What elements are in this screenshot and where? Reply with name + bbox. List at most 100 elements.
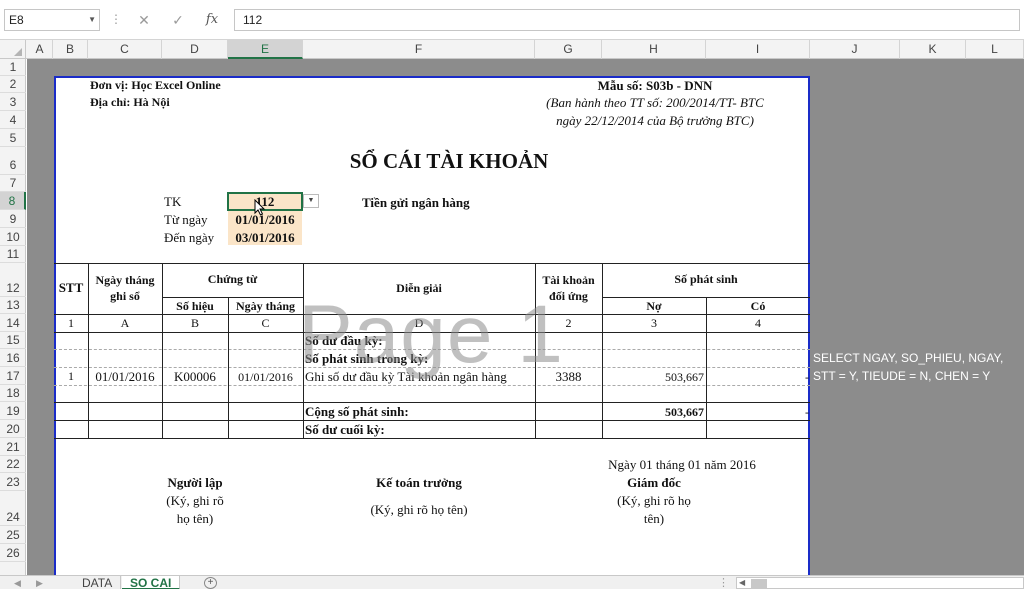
col-tk-doi-ung-2: đối ứng — [549, 289, 588, 303]
add-sheet-icon[interactable]: + — [204, 577, 217, 589]
chief-accountant-note: (Ký, ghi rõ họ tên) — [370, 502, 468, 517]
mouse-cursor-icon — [254, 199, 266, 216]
row-header[interactable]: 18 — [0, 385, 26, 402]
table-border — [54, 332, 810, 333]
column-header-a[interactable]: A — [27, 40, 53, 59]
name-box-value: E8 — [9, 13, 24, 27]
preparer-title: Người lập — [167, 475, 223, 490]
enter-icon[interactable]: ✓ — [168, 10, 188, 30]
column-header-g[interactable]: G — [535, 40, 602, 59]
col-ngay-ghi-so-2: ghi sổ — [110, 289, 140, 303]
chief-accountant-title: Kế toán trưởng — [376, 475, 462, 490]
issued-line-1: (Ban hành theo TT số: 200/2014/TT- BTC — [546, 95, 764, 110]
col-chung-tu: Chứng từ — [207, 272, 258, 286]
column-header-h[interactable]: H — [602, 40, 706, 59]
chevron-down-icon[interactable]: ▼ — [88, 10, 96, 30]
signature-date: Ngày 01 tháng 01 năm 2016 — [608, 457, 756, 472]
index-cell: A — [120, 316, 130, 330]
row-header[interactable]: 11 — [0, 246, 26, 263]
sheet-tab-bar: ◀ ▶ DATA SO CAI + ⋮ ◀ — [0, 575, 1024, 589]
row-header[interactable]: 8 — [0, 192, 26, 210]
table-border — [54, 263, 810, 264]
from-date-label: Từ ngày — [164, 212, 208, 227]
column-header-l[interactable]: L — [966, 40, 1024, 59]
insert-function-icon[interactable]: fx — [202, 10, 222, 30]
column-header-i[interactable]: I — [706, 40, 810, 59]
account-name: Tiền gửi ngân hàng — [362, 195, 470, 210]
row-header[interactable]: 14 — [0, 314, 26, 332]
row-header-bar: 1 2 3 4 5 6 7 8 9 10 11 12 13 14 15 16 1… — [0, 59, 26, 575]
row-header[interactable]: 3 — [0, 93, 26, 111]
cancel-icon[interactable]: ✕ — [134, 10, 154, 30]
col-tk-doi-ung-1: Tài khoản — [542, 273, 595, 287]
col-dien-giai: Diễn giải — [396, 281, 442, 295]
column-header-j[interactable]: J — [810, 40, 900, 59]
row-header[interactable]: 12 — [0, 263, 26, 297]
column-header-d[interactable]: D — [162, 40, 228, 59]
form-number: Mẫu số: S03b - DNN — [597, 78, 713, 93]
row-header[interactable]: 16 — [0, 349, 26, 367]
scroll-tabs-right-icon[interactable]: ▶ — [36, 576, 43, 589]
period-activity-label: Số phát sinh trong kỳ: — [305, 351, 429, 366]
column-header-f[interactable]: F — [303, 40, 535, 59]
scroll-tabs-left-icon[interactable]: ◀ — [14, 576, 21, 589]
table-border — [54, 367, 810, 368]
entry-debit: 503,667 — [665, 370, 704, 384]
row-header[interactable]: 15 — [0, 332, 26, 349]
row-header[interactable]: 22 — [0, 456, 26, 473]
row-header[interactable]: 13 — [0, 297, 26, 314]
column-header-k[interactable]: K — [900, 40, 966, 59]
col-stt: STT — [58, 280, 84, 295]
table-border — [54, 420, 810, 421]
row-header[interactable]: 17 — [0, 367, 26, 385]
row-header[interactable]: 23 — [0, 473, 26, 491]
formula-bar: E8 ▼ ⋮ ✕ ✓ fx 112 — [0, 0, 1024, 40]
row-header[interactable]: 2 — [0, 76, 26, 93]
scrollbar-thumb[interactable] — [751, 579, 767, 588]
horizontal-scrollbar[interactable]: ◀ — [736, 577, 1024, 589]
row-header[interactable]: 10 — [0, 228, 26, 246]
unit-address: Địa chỉ: Hà Nội — [90, 95, 170, 109]
row-header[interactable]: 26 — [0, 544, 26, 562]
index-cell: 2 — [565, 316, 572, 330]
chevron-down-icon[interactable]: ▼ — [303, 194, 319, 208]
worksheet-grid[interactable]: Đơn vị: Học Excel Online Địa chỉ: Hà Nội… — [27, 59, 1024, 575]
formula-bar-grip-icon: ⋮ — [110, 12, 122, 26]
row-header[interactable]: 19 — [0, 402, 26, 420]
table-border — [162, 263, 163, 438]
total-activity-label: Cộng số phát sinh: — [305, 404, 409, 419]
sheet-tab-data[interactable]: DATA — [74, 576, 122, 589]
sheet-tab-so-cai[interactable]: SO CAI — [122, 576, 181, 589]
index-cell: 4 — [755, 316, 761, 330]
row-header[interactable]: 1 — [0, 59, 26, 76]
entry-voucher-no: K00006 — [174, 369, 216, 384]
name-box[interactable]: E8 ▼ — [4, 9, 100, 31]
director-note-2: tên) — [643, 511, 665, 526]
account-label: TK — [164, 194, 182, 209]
row-header[interactable]: 24 — [0, 491, 26, 526]
entry-posting-date: 01/01/2016 — [95, 369, 155, 384]
row-header[interactable]: 6 — [0, 147, 26, 175]
row-header[interactable]: 5 — [0, 129, 26, 147]
column-header-c[interactable]: C — [88, 40, 162, 59]
scroll-left-icon[interactable]: ◀ — [739, 578, 745, 588]
row-header[interactable]: 25 — [0, 526, 26, 544]
select-all-button[interactable] — [0, 40, 26, 59]
row-header[interactable]: 21 — [0, 438, 26, 456]
row-header[interactable]: 9 — [0, 210, 26, 228]
entry-voucher-date: 01/01/2016 — [238, 370, 293, 384]
tab-splitter-icon[interactable]: ⋮ — [718, 576, 729, 589]
sql-text-line-1: SELECT NGAY, SO_PHIEU, NGAY, — [813, 351, 1004, 365]
col-so-phat-sinh: Số phát sinh — [674, 272, 738, 286]
index-cell: 3 — [651, 316, 657, 330]
total-debit: 503,667 — [665, 405, 704, 419]
row-header[interactable]: 20 — [0, 420, 26, 438]
formula-input[interactable]: 112 — [234, 9, 1020, 31]
row-header[interactable]: 7 — [0, 175, 26, 192]
column-header-e[interactable]: E — [228, 40, 303, 59]
to-date-value[interactable]: 03/01/2016 — [228, 230, 302, 246]
director-title: Giám đốc — [627, 475, 681, 490]
row-header[interactable]: 4 — [0, 111, 26, 129]
index-cell: 1 — [68, 316, 74, 330]
column-header-b[interactable]: B — [53, 40, 88, 59]
